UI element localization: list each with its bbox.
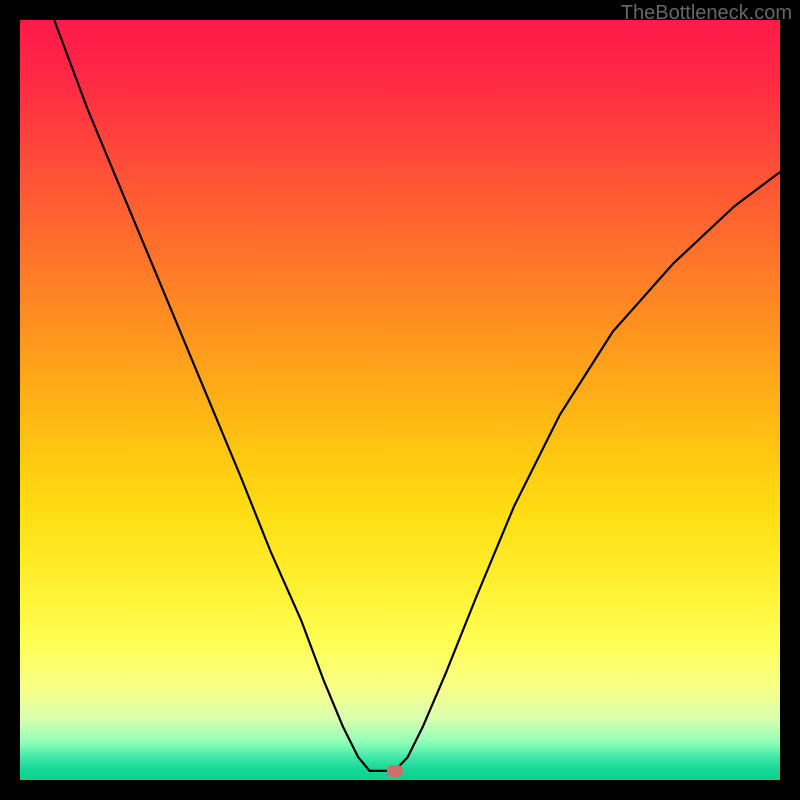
attribution-label: TheBottleneck.com bbox=[621, 2, 792, 25]
plot-area bbox=[20, 20, 780, 780]
curve-svg bbox=[20, 20, 780, 780]
minimum-marker bbox=[387, 765, 403, 777]
bottleneck-chart: TheBottleneck.com bbox=[0, 0, 800, 800]
bottleneck-curve bbox=[54, 20, 780, 771]
